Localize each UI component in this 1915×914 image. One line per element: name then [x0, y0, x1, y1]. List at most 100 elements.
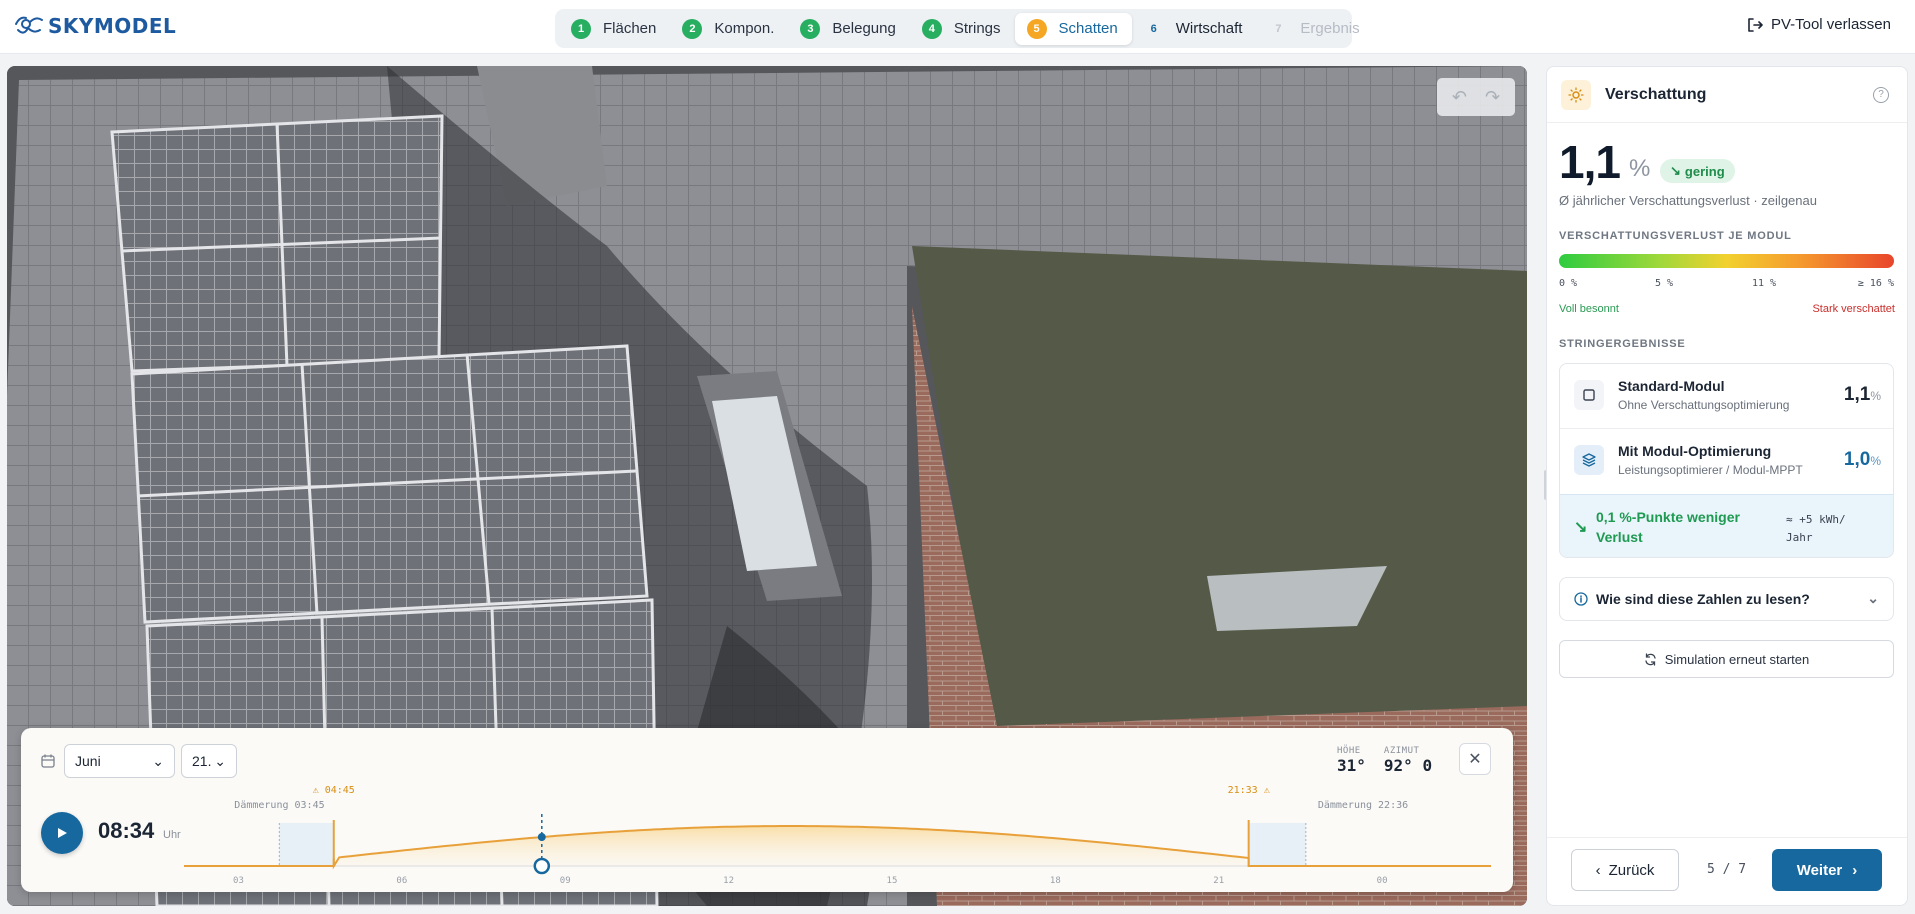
- scale-tick: 0 %: [1559, 278, 1578, 289]
- dusk-band: [1248, 823, 1306, 866]
- row-value: 1,0%: [1844, 449, 1881, 471]
- badge-label: gering: [1684, 163, 1725, 179]
- brand-name: SKYMODEL: [48, 14, 177, 38]
- legend-low: Voll besonnt: [1559, 303, 1619, 315]
- square-icon: [1574, 380, 1604, 410]
- daylight-area: [333, 826, 1249, 866]
- step-number: 2: [682, 18, 703, 39]
- arrow-down-right-icon: ↘: [1574, 519, 1588, 536]
- sun-timeline-panel: Juni ⌄ 21. ⌄ HÖHE 31° AZIMUT 92° 0 ✕ 08:34…: [21, 728, 1513, 892]
- step-number: 3: [800, 18, 821, 39]
- exit-icon: [1748, 17, 1763, 32]
- next-button[interactable]: Weiter ›: [1772, 849, 1882, 891]
- status-badge: ↘ gering: [1660, 159, 1735, 183]
- step-number: 1: [571, 18, 591, 39]
- rerun-label: Simulation erneut starten: [1664, 651, 1810, 667]
- row-value: 1,1%: [1844, 384, 1881, 406]
- result-row-optimized: Mit Modul-Optimierung Leistungsoptimiere…: [1560, 429, 1893, 493]
- step-strings[interactable]: 4 Strings: [910, 13, 1015, 45]
- undo-redo-group: ↶ ↷: [1437, 78, 1515, 116]
- loss-color-scale: [1559, 254, 1894, 268]
- exit-tool-button[interactable]: PV-Tool verlassen: [1747, 16, 1891, 33]
- explanation-accordion[interactable]: Wie sind diese Zahlen zu lesen? ⌄: [1559, 577, 1894, 621]
- back-button[interactable]: ‹ Zurück: [1571, 849, 1679, 891]
- string-results-heading: STRINGERGEBNISSE: [1559, 338, 1686, 350]
- optimization-savings: ↘ 0,1 %-Punkte weniger Verlust ≈ +5 kWh/…: [1560, 494, 1893, 557]
- step-flaechen[interactable]: 1 Flächen: [559, 13, 670, 45]
- panel-header: Verschattung ?: [1547, 67, 1907, 123]
- step-number: 5: [1026, 18, 1047, 39]
- rerun-simulation-button[interactable]: Simulation erneut starten: [1559, 640, 1894, 678]
- layers-icon: [1574, 445, 1604, 475]
- dawn-band: [279, 823, 334, 866]
- accordion-label: Wie sind diese Zahlen zu lesen?: [1596, 591, 1810, 607]
- time-scrubber-handle[interactable]: [533, 857, 551, 875]
- row-value-unit: %: [1870, 389, 1881, 403]
- current-sun-marker: [537, 833, 546, 842]
- hour-tick-label: 21: [1213, 876, 1224, 886]
- step-schatten[interactable]: 5 Schatten: [1014, 12, 1132, 45]
- step-number: 7: [1275, 22, 1282, 35]
- savings-energy: ≈ +5 kWh/ Jahr: [1786, 513, 1846, 544]
- string-results-card: Standard-Modul Ohne Verschattungsoptimie…: [1559, 363, 1894, 558]
- step-belegung[interactable]: 3 Belegung: [788, 13, 909, 45]
- row-value-number: 1,0: [1843, 449, 1871, 470]
- top-bar: SKYMODEL 1 Flächen 2 Kompon. 3 Belegung 4 St…: [0, 0, 1915, 54]
- logo-icon: [15, 16, 43, 34]
- legend-high: Stark verschattet: [1812, 303, 1895, 315]
- sunset-label: 21:33 ⚠: [1228, 785, 1271, 796]
- sun-icon: [1561, 80, 1591, 110]
- sunrise-label: ⚠ 04:45: [313, 785, 355, 796]
- logo[interactable]: SKYMODEL: [14, 14, 176, 38]
- step-label: Belegung: [832, 20, 896, 37]
- hour-tick-label: 03: [233, 876, 244, 886]
- back-label: Zurück: [1608, 861, 1655, 879]
- trend-down-icon: ↘: [1670, 163, 1681, 178]
- daylight-curve-chart[interactable]: ⚠ 04:45 21:33 ⚠ Dämmerung 03:45 Dämmerung 2…: [21, 728, 1513, 892]
- hour-tick-label: 09: [560, 876, 571, 886]
- chevron-down-icon: ⌄: [1867, 590, 1879, 606]
- step-number: 4: [921, 18, 942, 39]
- row-title: Standard-Modul: [1618, 378, 1725, 394]
- total-shading-unit: %: [1629, 155, 1651, 182]
- row-value-number: 1,1: [1843, 384, 1871, 405]
- total-shading-caption: Ø jährlicher Verschattungsverlust · zeil…: [1559, 193, 1817, 208]
- row-subtitle: Ohne Verschattungsoptimierung: [1618, 398, 1790, 412]
- hour-tick-label: 18: [1050, 876, 1061, 886]
- total-shading-value: 1,1: [1559, 136, 1621, 188]
- step-number: 6: [1150, 22, 1157, 35]
- step-komponenten[interactable]: 2 Kompon.: [670, 13, 788, 45]
- step-label: Flächen: [603, 20, 657, 37]
- step-label: Wirtschaft: [1175, 20, 1243, 37]
- row-value-unit: %: [1870, 454, 1881, 468]
- refresh-icon: [1645, 652, 1656, 666]
- redo-icon[interactable]: ↷: [1485, 87, 1500, 108]
- step-label: Schatten: [1058, 20, 1118, 37]
- scale-tick: 11 %: [1752, 278, 1777, 289]
- info-icon: [1574, 592, 1588, 606]
- undo-icon[interactable]: ↶: [1452, 87, 1467, 108]
- shading-panel: Verschattung ? 1,1 % ↘ gering Ø jährlich…: [1546, 66, 1908, 906]
- result-row-standard: Standard-Modul Ohne Verschattungsoptimie…: [1560, 364, 1893, 428]
- hour-tick-label: 12: [723, 876, 734, 886]
- row-subtitle: Leistungsoptimierer / Modul-MPPT: [1618, 463, 1803, 477]
- exit-label: PV-Tool verlassen: [1770, 16, 1891, 33]
- savings-text: 0,1 %-Punkte weniger Verlust: [1596, 509, 1740, 545]
- next-label: Weiter: [1796, 861, 1843, 879]
- row-title: Mit Modul-Optimierung: [1618, 443, 1772, 459]
- step-label: Kompon.: [714, 20, 775, 37]
- panel-title: Verschattung: [1605, 86, 1707, 103]
- dusk-label: Dämmerung 22:36: [1318, 800, 1408, 811]
- chevron-right-icon: ›: [1852, 861, 1858, 879]
- step-label: Strings: [953, 20, 1001, 37]
- step-ergebnis: 7 Ergebnis: [1256, 13, 1373, 45]
- chevron-left-icon: ‹: [1595, 861, 1601, 879]
- hour-tick-label: 06: [396, 876, 407, 886]
- per-module-heading: VERSCHATTUNGSVERLUST JE MODUL: [1559, 230, 1792, 242]
- wizard-steps: 1 Flächen 2 Kompon. 3 Belegung 4 Strings 5 Sc…: [555, 9, 1360, 48]
- scale-tick: ≥ 16 %: [1857, 278, 1894, 289]
- help-icon[interactable]: ?: [1873, 87, 1889, 103]
- step-counter: 5 / 7: [1707, 862, 1747, 877]
- scale-tick: 5 %: [1655, 278, 1674, 289]
- step-wirtschaft[interactable]: 6 Wirtschaft: [1132, 13, 1257, 45]
